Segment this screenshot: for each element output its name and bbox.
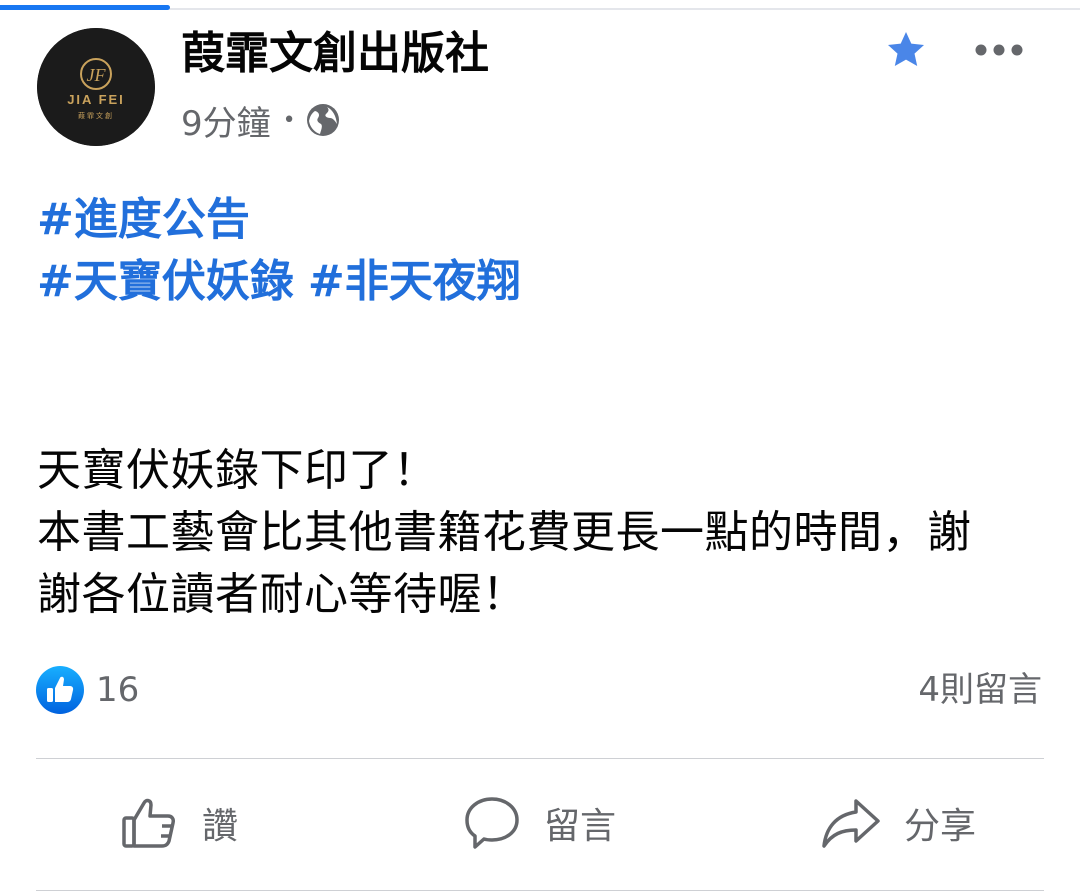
post-text-line: 本書工藝會比其他書籍花費更長一點的時間，謝 <box>37 507 972 558</box>
meta-separator: • <box>282 107 296 133</box>
logo-letters: JF <box>87 65 107 85</box>
comment-count[interactable]: 4則留言 <box>918 668 1042 712</box>
globe-icon <box>306 104 339 136</box>
hashtag-link[interactable]: #天寶伏妖錄 <box>37 256 294 307</box>
divider <box>36 890 1044 891</box>
post-meta: 9分鐘 • <box>181 96 341 145</box>
like-label: 讚 <box>202 806 239 847</box>
share-arrow-icon <box>822 799 880 848</box>
active-tab-indicator <box>0 5 170 10</box>
hashtag-link[interactable]: #進度公告 <box>37 194 250 245</box>
more-options-icon[interactable] <box>974 38 1024 62</box>
like-button[interactable]: 讚 <box>120 788 238 858</box>
comment-button[interactable]: 留言 <box>462 788 616 858</box>
hashtag-line: #天寶伏妖錄 #非天夜翔 <box>37 252 535 312</box>
logo-subtext: 葭霏文創 <box>78 111 114 120</box>
divider <box>36 758 1044 759</box>
hashtag-link[interactable]: #非天夜翔 <box>308 256 521 307</box>
jia-fei-logo: JF JIA FEI 葭霏文創 <box>37 28 155 146</box>
page-avatar[interactable]: JF JIA FEI 葭霏文創 <box>37 28 155 146</box>
page-name[interactable]: 葭霏文創出版社 <box>181 24 489 84</box>
comment-label: 留言 <box>544 806 617 847</box>
post-text-line: 謝各位讀者耐心等待喔！ <box>37 569 527 620</box>
logo-text: JIA FEI <box>67 92 125 107</box>
like-reaction-icon[interactable] <box>36 666 84 714</box>
post-text-line: 天寶伏妖錄下印了！ <box>37 445 438 496</box>
share-button[interactable]: 分享 <box>820 788 976 858</box>
reaction-count[interactable]: 16 <box>96 668 139 712</box>
thumbs-up-icon <box>122 798 175 848</box>
comment-bubble-icon <box>465 797 519 849</box>
favorite-star-icon[interactable] <box>886 30 926 70</box>
post-timestamp[interactable]: 9分鐘 <box>181 96 271 145</box>
hashtag-line: #進度公告 <box>37 190 264 250</box>
share-label: 分享 <box>904 806 977 847</box>
